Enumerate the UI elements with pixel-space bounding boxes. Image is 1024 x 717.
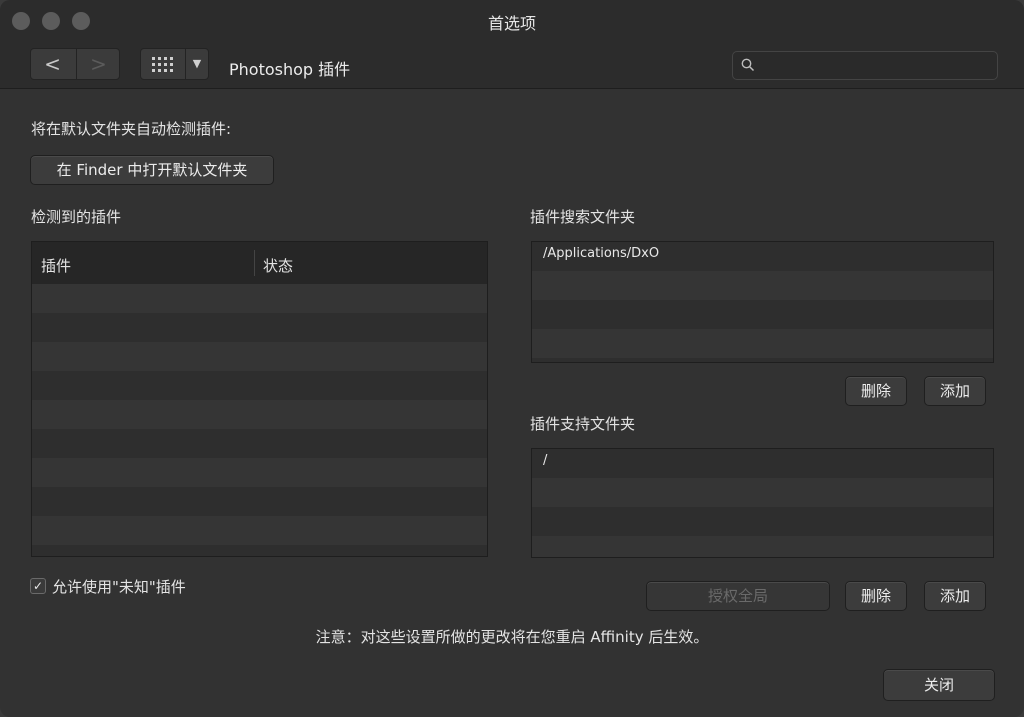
search-folders-list[interactable]: /Applications/DxO xyxy=(531,241,994,363)
nav-buttons: < > xyxy=(30,48,120,80)
list-item-empty xyxy=(532,300,993,329)
table-row xyxy=(32,371,487,400)
allow-unknown-label[interactable]: 允许使用"未知"插件 xyxy=(52,576,186,597)
list-item-empty xyxy=(532,478,993,507)
column-separator xyxy=(254,250,255,276)
column-header-status[interactable]: 状态 xyxy=(263,255,293,276)
search-input[interactable] xyxy=(732,51,998,80)
search-folders-title: 插件搜索文件夹 xyxy=(530,208,636,226)
table-row xyxy=(32,516,487,545)
open-in-finder-button[interactable]: 在 Finder 中打开默认文件夹 xyxy=(30,155,274,185)
folder-path: /Applications/DxO xyxy=(543,246,660,261)
page-title: Photoshop 插件 xyxy=(229,60,351,79)
list-item-empty xyxy=(532,329,993,358)
close-button[interactable]: 关闭 xyxy=(883,669,995,701)
table-header: 插件 状态 xyxy=(32,242,487,284)
table-row xyxy=(32,284,487,313)
support-folders-list[interactable]: / xyxy=(531,448,994,558)
column-header-plugin[interactable]: 插件 xyxy=(41,255,71,276)
support-folders-delete-button[interactable]: 删除 xyxy=(845,581,907,611)
auto-detect-label: 将在默认文件夹自动检测插件: xyxy=(31,120,232,138)
table-row xyxy=(32,487,487,516)
search-folders-add-button[interactable]: 添加 xyxy=(924,376,986,406)
list-item-empty xyxy=(532,271,993,300)
authorize-global-button[interactable]: 授权全局 xyxy=(646,581,830,611)
forward-button[interactable]: > xyxy=(76,49,120,79)
table-row xyxy=(32,458,487,487)
table-row xyxy=(32,400,487,429)
table-row xyxy=(32,313,487,342)
titlebar: 首选项 < > ▼ Photoshop 插件 xyxy=(0,0,1024,89)
list-item[interactable]: /Applications/DxO xyxy=(532,242,993,271)
table-row xyxy=(32,429,487,458)
folder-path: / xyxy=(543,453,548,468)
list-item[interactable]: / xyxy=(532,449,993,478)
preferences-window: 首选项 < > ▼ Photoshop 插件 将在默认文件夹自动检测插件: 在 … xyxy=(0,0,1024,717)
list-item-empty xyxy=(532,507,993,536)
back-button[interactable]: < xyxy=(31,49,74,79)
support-folders-add-button[interactable]: 添加 xyxy=(924,581,986,611)
show-all-button[interactable] xyxy=(140,48,186,80)
list-item-empty xyxy=(532,536,993,557)
support-folders-title: 插件支持文件夹 xyxy=(530,415,636,433)
show-all-dropdown[interactable]: ▼ xyxy=(185,48,209,80)
detected-plugins-title: 检测到的插件 xyxy=(31,208,122,226)
allow-unknown-checkbox[interactable]: ✓ xyxy=(30,578,46,594)
window-title: 首选项 xyxy=(487,14,536,33)
detected-plugins-table[interactable]: 插件 状态 xyxy=(31,241,488,557)
table-row xyxy=(32,342,487,371)
restart-note: 注意：对这些设置所做的更改将在您重启 Affinity 后生效。 xyxy=(315,628,709,646)
search-icon xyxy=(741,58,755,72)
search-folders-delete-button[interactable]: 删除 xyxy=(845,376,907,406)
table-row xyxy=(32,545,487,556)
